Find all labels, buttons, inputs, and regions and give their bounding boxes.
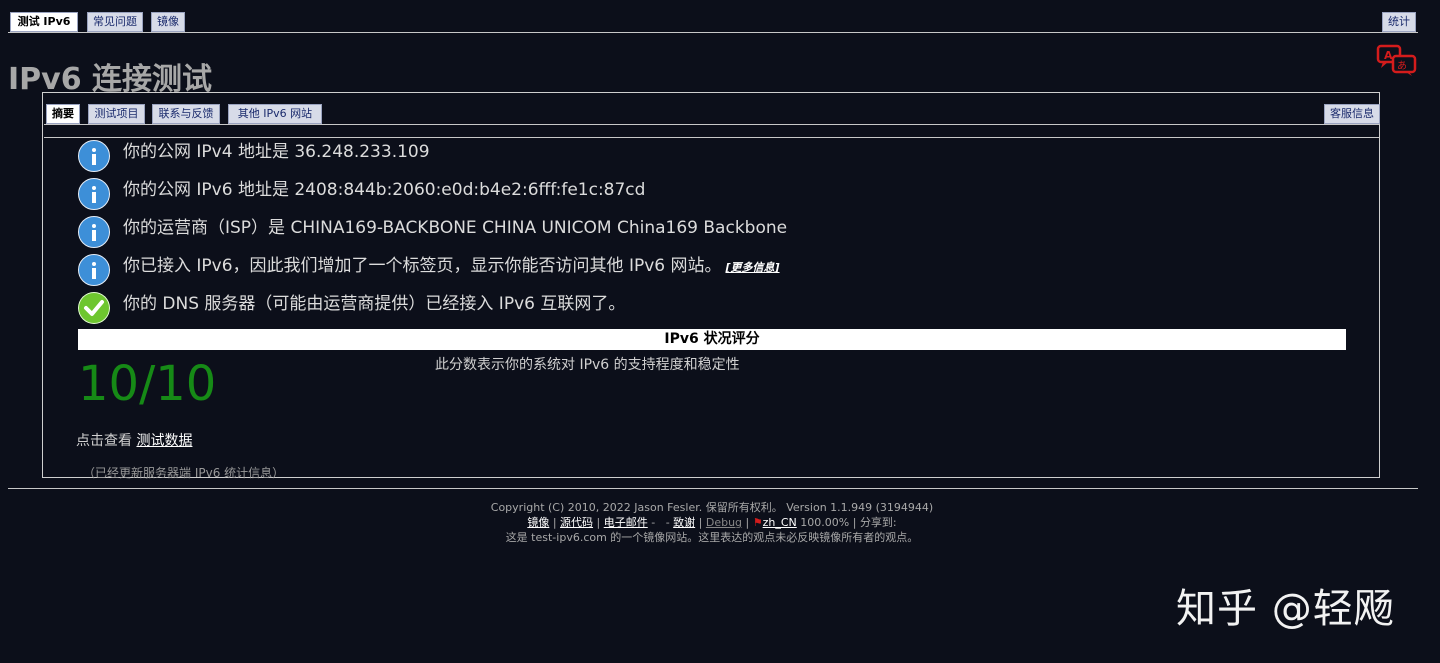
tab-summary[interactable]: 摘要 bbox=[46, 104, 80, 124]
check-icon bbox=[78, 292, 110, 324]
tab-mirror[interactable]: 镜像 bbox=[151, 12, 185, 32]
info-text: 你已接入 IPv6，因此我们增加了一个标签页，显示你能否访问其他 IPv6 网站… bbox=[123, 256, 780, 278]
score-description: 此分数表示你的系统对 IPv6 的支持程度和稳定性 bbox=[435, 357, 740, 373]
info-icon bbox=[78, 140, 110, 172]
info-icon bbox=[78, 254, 110, 286]
more-info-link[interactable]: [更多信息] bbox=[726, 261, 780, 274]
info-text: 你的运营商（ISP）是 CHINA169-BACKBONE CHINA UNIC… bbox=[123, 218, 788, 238]
footer-locale-link[interactable]: zh_CN bbox=[763, 516, 797, 529]
footer-locale-pct: 100.00% bbox=[800, 516, 850, 529]
translate-icon[interactable]: A あ bbox=[1376, 44, 1418, 76]
tab-contact[interactable]: 联系与反馈 bbox=[152, 104, 220, 124]
view-test-data: 点击查看 测试数据 bbox=[76, 430, 192, 450]
sub-tab-rule-2 bbox=[44, 137, 1380, 138]
info-text: 你的公网 IPv6 地址是 2408:844b:2060:e0d:b4e2:6f… bbox=[123, 180, 646, 200]
tab-faq[interactable]: 常见问题 bbox=[87, 12, 143, 32]
svg-text:A: A bbox=[1384, 49, 1393, 62]
info-text-body: 你已接入 IPv6，因此我们增加了一个标签页，显示你能否访问其他 IPv6 网站… bbox=[123, 256, 722, 276]
footer-debug-link[interactable]: Debug bbox=[706, 516, 742, 529]
footer-rule bbox=[8, 488, 1418, 489]
footer-source-link[interactable]: 源代码 bbox=[560, 516, 593, 529]
score-value: 10/10 bbox=[78, 356, 217, 412]
flag-icon: ⚑ bbox=[752, 516, 763, 529]
top-tab-rule bbox=[8, 32, 1418, 33]
test-data-link[interactable]: 测试数据 bbox=[136, 433, 192, 449]
footer-email-link[interactable]: 电子邮件 bbox=[604, 516, 648, 529]
view-data-prefix: 点击查看 bbox=[76, 433, 137, 449]
info-text: 你的公网 IPv4 地址是 36.248.233.109 bbox=[123, 142, 430, 162]
tab-test-ipv6[interactable]: 测试 IPv6 bbox=[10, 12, 78, 32]
score-header: IPv6 状况评分 bbox=[78, 329, 1346, 350]
footer-links: 镜像 | 源代码 | 电子邮件 - - 致谢 | Debug | ⚑zh_CN … bbox=[527, 516, 897, 529]
footer-share-label: 分享到: bbox=[859, 516, 897, 529]
info-icon bbox=[78, 178, 110, 210]
info-icon bbox=[78, 216, 110, 248]
tab-other-ipv6-sites[interactable]: 其他 IPv6 网站 bbox=[228, 104, 322, 124]
info-text: 你的 DNS 服务器（可能由运营商提供）已经接入 IPv6 互联网了。 bbox=[123, 294, 626, 314]
stats-note: （已经更新服务器端 IPv6 统计信息） bbox=[83, 466, 285, 480]
watermark: 知乎 @轻飏 bbox=[1176, 586, 1395, 632]
sub-tab-rule-1 bbox=[44, 124, 1380, 125]
footer-copyright: Copyright (C) 2010, 2022 Jason Fesler. 保… bbox=[490, 501, 934, 514]
footer-mirror-link[interactable]: 镜像 bbox=[527, 516, 549, 529]
footer-mirror-note: 这是 test-ipv6.com 的一个镜像网站。这里表达的观点未必反映镜像所有… bbox=[505, 531, 919, 544]
svg-text:あ: あ bbox=[1397, 60, 1407, 72]
footer-thanks-link[interactable]: 致谢 bbox=[673, 516, 695, 529]
tab-support-info[interactable]: 客服信息 bbox=[1324, 104, 1380, 124]
tab-stats[interactable]: 统计 bbox=[1382, 12, 1416, 32]
tab-tests[interactable]: 测试项目 bbox=[88, 104, 145, 124]
